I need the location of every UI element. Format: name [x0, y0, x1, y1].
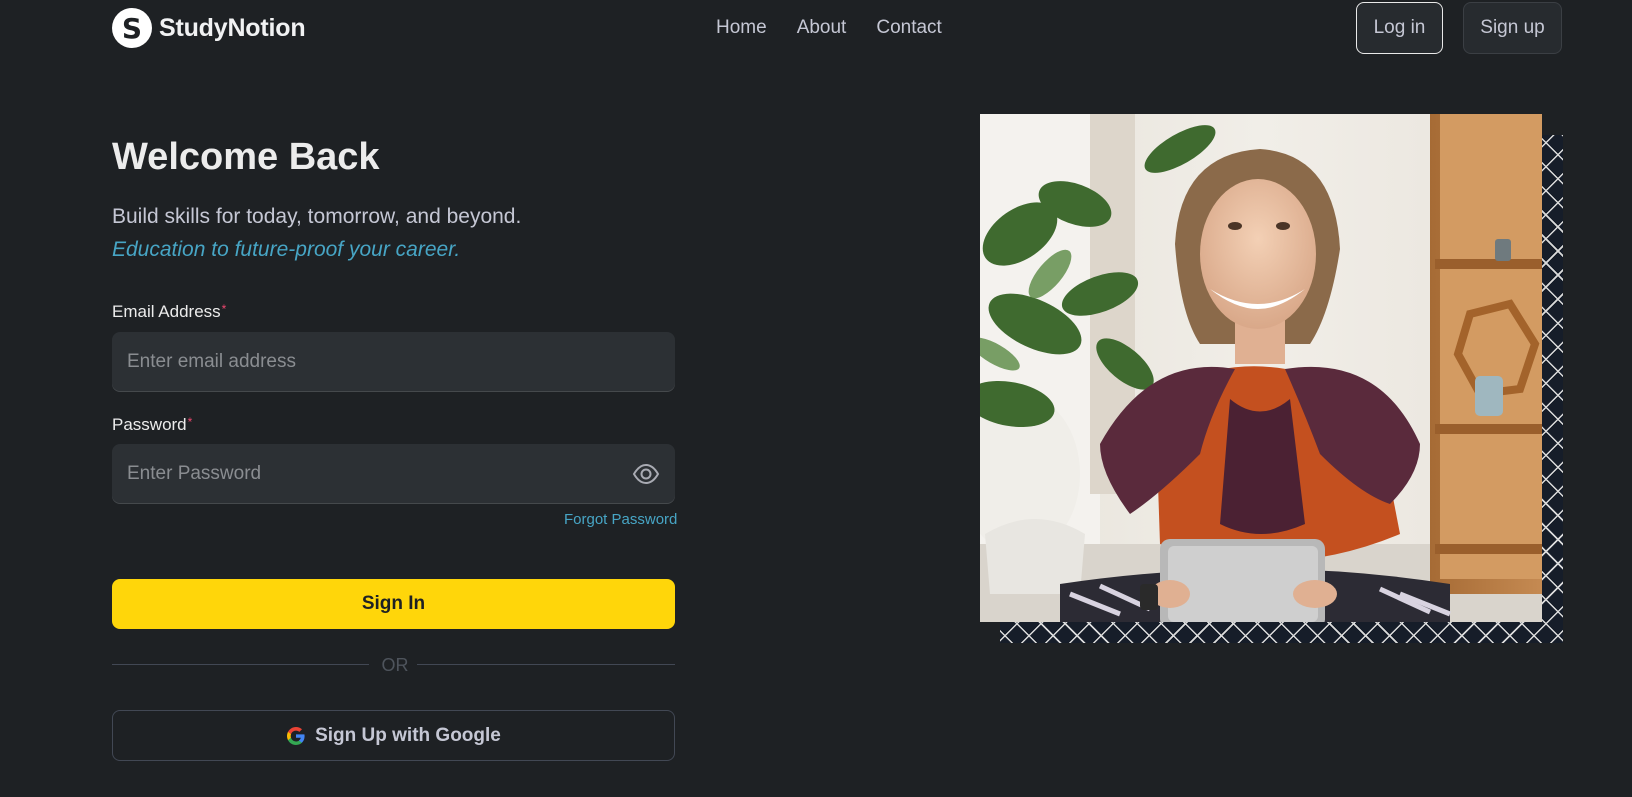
- google-signup-button[interactable]: Sign Up with Google: [112, 710, 675, 761]
- email-label-text: Email Address: [112, 302, 221, 321]
- nav-link-contact[interactable]: Contact: [876, 17, 941, 39]
- top-navbar: S StudyNotion Home About Contact Log in …: [0, 0, 1632, 58]
- divider-or-text: OR: [381, 655, 409, 675]
- required-marker: *: [187, 415, 193, 429]
- logo-mark-icon: S: [112, 8, 152, 48]
- signup-button[interactable]: Sign up: [1463, 2, 1562, 54]
- email-field-box: [112, 332, 675, 392]
- email-input[interactable]: [127, 351, 675, 373]
- forgot-password-link[interactable]: Forgot Password: [564, 511, 677, 528]
- nav-links: Home About Contact: [716, 17, 942, 39]
- divider-line: [112, 664, 369, 665]
- password-label-text: Password: [112, 415, 187, 434]
- page-title: Welcome Back: [112, 136, 380, 178]
- hero-student-image: [980, 114, 1542, 622]
- eye-icon[interactable]: [632, 461, 660, 487]
- page-tagline: Education to future-proof your career.: [112, 238, 461, 261]
- google-icon: [287, 726, 305, 745]
- sign-in-button[interactable]: Sign In: [112, 579, 675, 629]
- page-subtitle: Build skills for today, tomorrow, and be…: [112, 205, 522, 228]
- email-label: Email Address*: [112, 302, 226, 322]
- google-signup-label: Sign Up with Google: [315, 724, 501, 746]
- nav-link-about[interactable]: About: [797, 17, 847, 39]
- password-label: Password*: [112, 415, 192, 435]
- logo-text: StudyNotion: [159, 13, 306, 42]
- required-marker: *: [221, 302, 227, 316]
- or-divider: OR: [112, 652, 675, 678]
- login-button[interactable]: Log in: [1356, 2, 1443, 54]
- password-input[interactable]: [127, 463, 675, 485]
- nav-link-home[interactable]: Home: [716, 17, 767, 39]
- divider-line: [417, 664, 675, 665]
- password-field-box: [112, 444, 675, 504]
- logo[interactable]: S StudyNotion: [112, 7, 306, 49]
